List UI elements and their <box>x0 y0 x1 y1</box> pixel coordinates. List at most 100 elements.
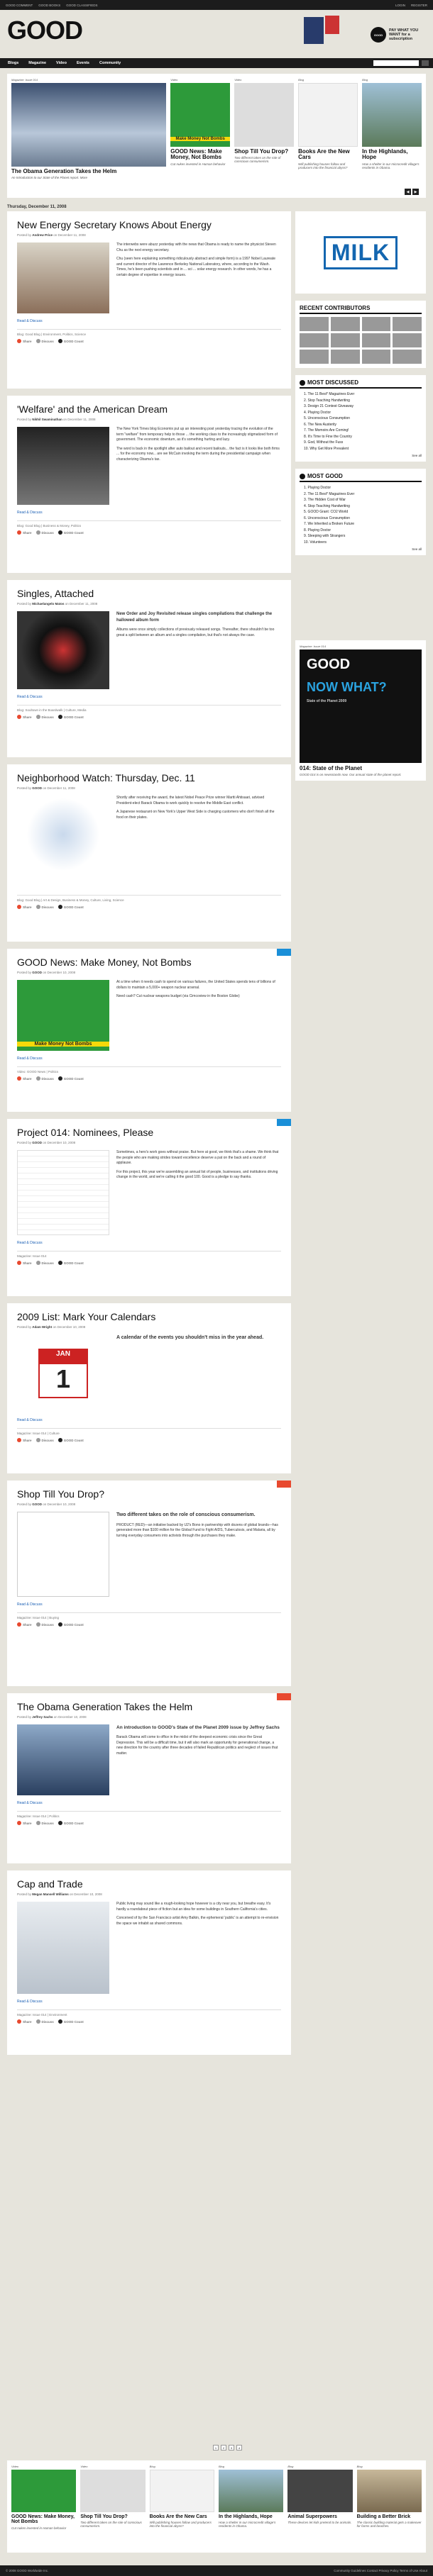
list-item[interactable]: 8. It's Time to Fine the Country <box>304 434 422 440</box>
carousel-item-title[interactable]: Shop Till You Drop? <box>80 2514 145 2519</box>
carousel-item-image[interactable] <box>11 83 167 167</box>
contributor-avatar[interactable] <box>330 317 360 331</box>
post-category[interactable]: Magazine: Issue 014 <box>17 1432 47 1435</box>
read-more-link[interactable]: Read & Discuss <box>17 1418 281 1422</box>
post-author[interactable]: GOOD <box>32 971 42 974</box>
nav-community[interactable]: Community <box>96 60 124 67</box>
discuss-button[interactable]: Discuss <box>35 1821 54 1826</box>
good-button[interactable]: GOOD Count <box>57 339 84 344</box>
carousel-item-title[interactable]: GOOD News: Make Money, Not Bombs <box>170 148 230 161</box>
carousel-item[interactable]: Blog Books Are the New Cars Will publish… <box>149 2465 214 2548</box>
carousel-item-image[interactable] <box>80 2470 146 2512</box>
carousel-item[interactable]: Magazine: Issue 014 The Obama Generation… <box>11 78 167 194</box>
read-more-link[interactable]: Read & Discuss <box>17 1602 281 1607</box>
good-button[interactable]: GOOD Count <box>57 1622 84 1627</box>
discuss-button[interactable]: Discuss <box>35 530 54 535</box>
list-item[interactable]: 5. Unconscious Consumption <box>304 416 422 422</box>
post-title[interactable]: Cap and Trade <box>17 1878 281 1890</box>
carousel-item[interactable]: Blog Animal Superpowers These devices le… <box>287 2465 353 2548</box>
post-image[interactable] <box>17 611 109 690</box>
carousel-item-image[interactable] <box>362 83 422 147</box>
contributor-avatar[interactable] <box>300 350 329 364</box>
post-tags[interactable]: Art & Design, Business & Money, Culture,… <box>43 898 124 902</box>
post-image[interactable] <box>17 242 109 314</box>
carousel-item-title[interactable]: Shop Till You Drop? <box>234 148 294 155</box>
list-item[interactable]: 9. God, Without the Fuss <box>304 440 422 446</box>
discuss-button[interactable]: Discuss <box>35 905 54 910</box>
post-category[interactable]: Video: GOOD News <box>17 1070 45 1074</box>
carousel-item-image[interactable] <box>234 83 295 147</box>
post-tags[interactable]: Environment, Politics, Science <box>43 333 86 336</box>
post-title[interactable]: The Obama Generation Takes the Helm <box>17 1701 281 1712</box>
share-button[interactable]: Share <box>17 1622 32 1627</box>
post-category[interactable]: Blog: Good Blog <box>17 898 40 902</box>
contributor-avatar[interactable] <box>361 350 391 364</box>
post-image[interactable] <box>17 1902 109 1995</box>
post-author[interactable]: GOOD <box>32 1141 42 1144</box>
share-button[interactable]: Share <box>17 2019 32 2024</box>
post-tags[interactable]: Culture <box>49 1432 60 1435</box>
carousel-item-title[interactable]: GOOD News: Make Money, Not Bombs <box>11 2514 76 2525</box>
good-button[interactable]: GOOD Count <box>57 905 84 910</box>
post-author[interactable]: Nikhil Swaminathan <box>32 418 62 421</box>
discuss-button[interactable]: Discuss <box>35 1261 54 1266</box>
post-title[interactable]: 2009 List: Mark Your Calendars <box>17 1311 281 1322</box>
topbar-link-1[interactable]: Good Comment <box>6 4 33 7</box>
share-button[interactable]: Share <box>17 339 32 344</box>
post-title[interactable]: New Energy Secretary Knows About Energy <box>17 219 281 230</box>
topbar-link-3[interactable]: Good Classifieds <box>66 4 97 7</box>
post-author[interactable]: Michaelangelo Matos <box>32 602 64 606</box>
list-item[interactable]: 6. The New Austerity <box>304 422 422 428</box>
good-button[interactable]: GOOD Count <box>57 1261 84 1266</box>
list-item[interactable]: 4. Playing Doctor <box>304 410 422 416</box>
carousel-item-image[interactable] <box>298 83 358 147</box>
topbar-link-2[interactable]: Good Books <box>38 4 60 7</box>
read-more-link[interactable]: Read & Discuss <box>17 1241 281 1245</box>
share-button[interactable]: Share <box>17 1261 32 1266</box>
read-more-link[interactable]: Read & Discuss <box>17 1056 281 1061</box>
next-arrow-icon[interactable]: ▶ <box>412 189 419 195</box>
contributor-avatar[interactable] <box>361 333 391 347</box>
share-button[interactable]: Share <box>17 905 32 910</box>
site-logo[interactable]: GOOD <box>7 16 83 45</box>
post-image[interactable]: Make Money Not Bombs <box>17 980 109 1052</box>
search-input[interactable] <box>373 60 419 66</box>
post-tags[interactable]: Buying <box>49 1616 59 1619</box>
carousel-item-title[interactable]: Building a Better Brick <box>357 2514 422 2519</box>
carousel-item[interactable]: Video Shop Till You Drop? Two different … <box>80 2465 146 2548</box>
read-more-link[interactable]: Read & Discuss <box>17 2000 281 2004</box>
post-author[interactable]: Jeffrey Sachs <box>32 1715 53 1719</box>
post-image[interactable] <box>17 1150 109 1236</box>
carousel-item-title[interactable]: In the Highlands, Hope <box>362 148 422 161</box>
post-category[interactable]: Magazine: Issue 014 <box>17 1814 47 1818</box>
good-button[interactable]: GOOD Count <box>57 715 84 720</box>
post-category[interactable]: Magazine: Issue 014 <box>17 2013 47 2017</box>
contributor-avatar[interactable] <box>393 350 422 364</box>
post-title[interactable]: Project 014: Nominees, Please <box>17 1127 281 1138</box>
carousel-item-image[interactable] <box>11 2470 77 2512</box>
footer-links[interactable]: Community Guidelines Contact Privacy Pol… <box>334 2569 427 2572</box>
magazine-title[interactable]: 014: State of the Planet <box>300 765 422 771</box>
post-tags[interactable]: Environment <box>49 2013 67 2017</box>
list-item[interactable]: 6. Unconscious Consumption <box>304 515 422 522</box>
carousel-item-image[interactable] <box>218 2470 284 2512</box>
page-link[interactable]: 3 <box>229 2445 234 2450</box>
good-button[interactable]: GOOD Count <box>57 1821 84 1826</box>
list-item[interactable]: 3. The Hidden Cost of War <box>304 497 422 503</box>
list-item[interactable]: 3. Design 21 Contest Giveaway <box>304 403 422 410</box>
contributor-avatar[interactable] <box>330 350 360 364</box>
read-more-link[interactable]: Read & Discuss <box>17 1801 281 1805</box>
carousel-item-title[interactable]: The Obama Generation Takes the Helm <box>11 168 166 174</box>
carousel-item-title[interactable]: In the Highlands, Hope <box>219 2514 283 2519</box>
carousel-item-title[interactable]: Animal Superpowers <box>287 2514 352 2519</box>
carousel-item[interactable]: Video Shop Till You Drop? Two different … <box>234 78 295 194</box>
good-button[interactable]: GOOD Count <box>57 2019 84 2024</box>
discuss-button[interactable]: Discuss <box>35 1076 54 1081</box>
discuss-button[interactable]: Discuss <box>35 1622 54 1627</box>
contributor-avatar[interactable] <box>330 333 360 347</box>
share-button[interactable]: Share <box>17 1821 32 1826</box>
post-image[interactable] <box>17 427 109 506</box>
post-category[interactable]: Magazine: Issue 014 <box>17 1616 47 1619</box>
carousel-item[interactable]: Blog In the Highlands, Hope How a shelte… <box>362 78 422 194</box>
see-all-link[interactable]: See all <box>300 454 422 457</box>
